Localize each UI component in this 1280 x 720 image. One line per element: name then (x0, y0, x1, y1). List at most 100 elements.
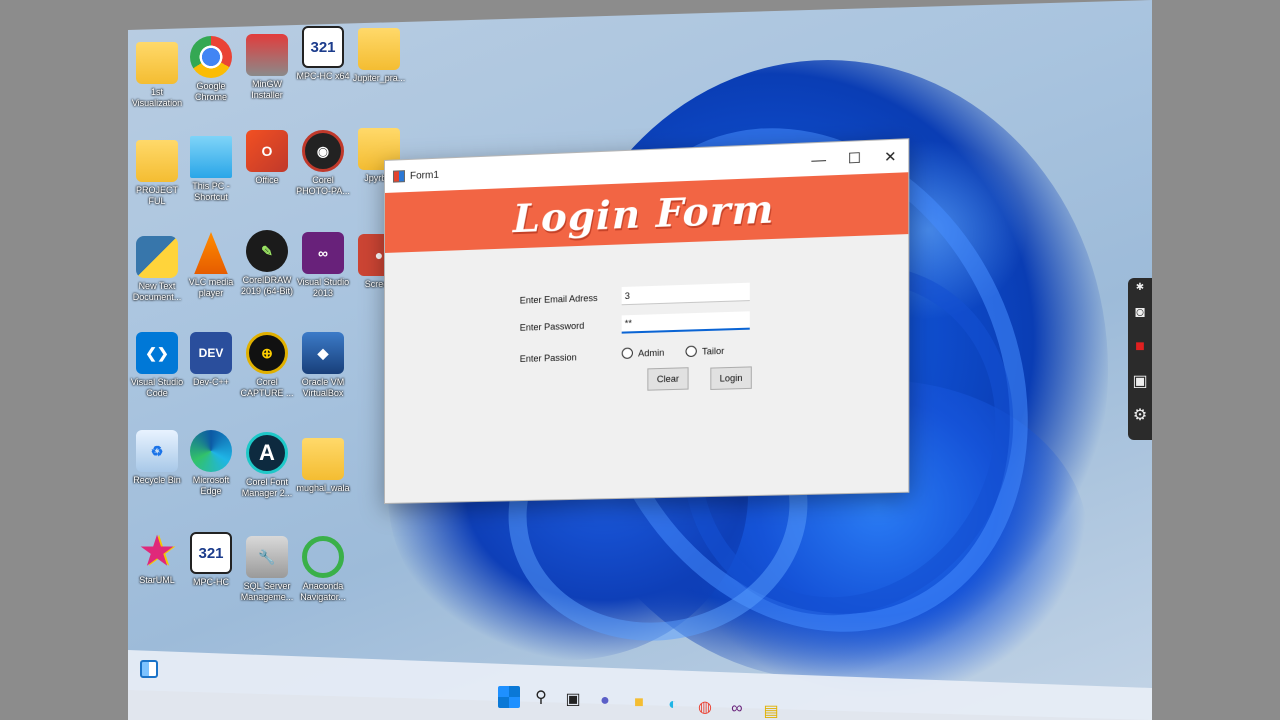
record-icon[interactable]: ■ (1128, 330, 1152, 364)
desktop-icon-label: MPC-HC x64 (296, 71, 350, 81)
settings-icon[interactable]: ⚙ (1128, 398, 1152, 432)
office-icon: O (246, 130, 288, 172)
visual-studio-icon[interactable]: ∞ (726, 698, 748, 720)
desktop-icon-label: Oracle VM VirtualBox (301, 377, 345, 398)
desktop-icon-label: New Text Document... (132, 281, 182, 302)
desktop-icon-this-pc[interactable]: This PC - Shortcut (182, 136, 240, 203)
desktop-icon-label: VLC media player (188, 277, 234, 298)
desktop-icon-vscode[interactable]: ❮❯ Visual Studio Code (128, 332, 186, 399)
form-heading: Login Form (512, 185, 775, 241)
mingw-icon (246, 34, 288, 76)
desktop-icon-label: 1st Visualization (131, 87, 183, 108)
desktop-icon-label: Corel Font Manager 2... (241, 477, 293, 498)
vscode-icon: ❮❯ (136, 332, 178, 374)
desktop-icon-chrome[interactable]: Google Chrome (182, 36, 240, 103)
desktop-icon-jupiter-folder[interactable]: Jupiter_pra... (350, 28, 408, 84)
desktop-icon-anaconda[interactable]: Anaconda Navigator... (294, 536, 352, 603)
desktop-icon-mughal-wala[interactable]: mughal_wala (294, 438, 352, 494)
camera-icon[interactable]: ◙ (1128, 296, 1152, 330)
desktop-icon-label: Visual Studio Code (130, 377, 184, 398)
desktop-icon-label: Anaconda Navigator... (300, 581, 346, 602)
desktop-icon-corel-photo-paint[interactable]: ◉ Corel PHOTO-PA... (294, 130, 352, 197)
this-pc-icon (190, 136, 232, 178)
desktop-icon-label: Corel PHOTO-PA... (296, 175, 350, 196)
corel-capture-icon: ⊕ (246, 332, 288, 374)
folder-icon (358, 28, 400, 70)
form-body: Enter Email Adress Enter Password Enter … (385, 234, 908, 503)
desktop-icon-project-ful[interactable]: PROJECT FUL (128, 140, 186, 207)
password-label: Enter Password (519, 320, 585, 333)
staruml-icon: ★ (139, 530, 175, 573)
app-icon[interactable]: ▤ (760, 700, 782, 720)
admin-radio-label: Admin (638, 347, 665, 358)
devcpp-icon: DEV (190, 332, 232, 374)
desktop-icon-vlc[interactable]: VLC media player (182, 232, 240, 299)
desktop-icon-virtualbox[interactable]: ◆ Oracle VM VirtualBox (294, 332, 352, 399)
desktop-icon-staruml[interactable]: ★ StarUML (128, 530, 186, 586)
coreldraw-icon: ✎ (246, 230, 288, 272)
widgets-icon[interactable] (140, 660, 158, 678)
sql-server-icon: 🔧 (246, 536, 288, 578)
desktop-icon-sql-server[interactable]: 🔧 SQL Server Manageme... (238, 536, 296, 603)
desktop-icon-coreldraw[interactable]: ✎ CorelDRAW 2019 (64-Bit) (238, 230, 296, 297)
vlc-icon (194, 232, 228, 274)
desktop-icon-mingw[interactable]: MinGW Installer (238, 34, 296, 101)
passion-label: Enter Passion (519, 352, 577, 365)
desktop-icon-office[interactable]: O Office (238, 130, 296, 186)
desktop-icon-new-text-document[interactable]: New Text Document... (128, 236, 186, 303)
desktop-icon-label: Dev-C++ (192, 377, 229, 387)
gallery-icon[interactable]: ▣ (1128, 364, 1152, 398)
desktop-icon-corel-font-manager[interactable]: A Corel Font Manager 2... (238, 432, 296, 499)
recorder-toolbar: ✱ ◙ ■ ▣ ⚙ (1128, 278, 1152, 440)
mpc-hc-icon: 321 (302, 26, 344, 68)
anaconda-icon (302, 536, 344, 578)
desktop-icon-edge[interactable]: Microsoft Edge (182, 430, 240, 497)
admin-radio[interactable]: Admin (621, 347, 665, 359)
login-button[interactable]: Login (710, 366, 752, 390)
desktop-icon-recycle-bin[interactable]: ♻ Recycle Bin (128, 430, 186, 486)
visual-studio-icon: ∞ (302, 232, 344, 274)
folder-icon (136, 140, 178, 182)
folder-icon (302, 438, 344, 480)
recycle-bin-icon: ♻ (136, 430, 178, 472)
task-view-icon[interactable]: ▣ (562, 688, 584, 710)
desktop-icon-label: Office (255, 175, 279, 185)
clear-button[interactable]: Clear (647, 367, 689, 391)
email-field[interactable] (621, 282, 750, 306)
desktop-icon-label: This PC - Shortcut (192, 181, 230, 202)
corel-photo-paint-icon: ◉ (302, 130, 344, 172)
virtualbox-icon: ◆ (302, 332, 344, 374)
radio-circle-icon (685, 345, 697, 358)
chrome-icon[interactable]: ◍ (694, 696, 716, 718)
edge-icon (190, 430, 232, 472)
window-title: Form1 (409, 169, 439, 182)
start-icon[interactable] (498, 686, 520, 708)
desktop-icon-label: SQL Server Manageme... (240, 581, 294, 602)
maximize-button[interactable]: ☐ (837, 141, 873, 175)
search-icon[interactable]: ⚲ (530, 686, 552, 708)
radio-circle-icon (621, 347, 633, 359)
desktop-icon-devcpp[interactable]: DEV Dev-C++ (182, 332, 240, 388)
close-button[interactable]: ✕ (872, 139, 908, 173)
chrome-icon (190, 36, 232, 78)
desktop-icon-mpc-hc[interactable]: 321 MPC-HC (182, 532, 240, 588)
minimize-button[interactable]: — (801, 142, 837, 176)
edge-icon[interactable]: ◐ (662, 694, 684, 716)
python-file-icon (136, 236, 178, 278)
desktop-icon-label: mughal_wala (296, 483, 350, 493)
desktop-icon-mpc-hc-x64[interactable]: 321 MPC-HC x64 (294, 26, 352, 82)
mpc-hc-icon: 321 (190, 532, 232, 574)
desktop-icon-visual-studio[interactable]: ∞ Visual Studio 2013 (294, 232, 352, 299)
pin-icon[interactable]: ✱ (1128, 278, 1152, 296)
password-field[interactable] (621, 311, 750, 334)
tailor-radio[interactable]: Tailor (685, 345, 724, 358)
desktop-icon-corel-capture[interactable]: ⊕ Corel CAPTURE ... (238, 332, 296, 399)
chat-icon[interactable]: ● (594, 690, 616, 712)
desktop-icon-label: MinGW Installer (251, 79, 283, 100)
form-app-icon (392, 170, 405, 183)
desktop-icon-1st-visualization[interactable]: 1st Visualization (128, 42, 186, 109)
file-explorer-icon[interactable]: ■ (628, 692, 650, 714)
login-form-window: Form1 — ☐ ✕ Login Form Enter Email Adres… (384, 138, 910, 504)
folder-icon (136, 42, 178, 84)
desktop-icon-label: Jupiter_pra... (352, 73, 406, 83)
